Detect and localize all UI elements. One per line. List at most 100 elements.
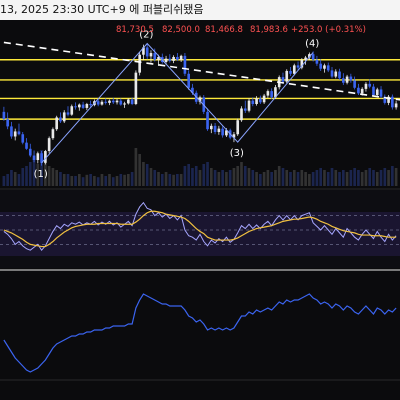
volume-bar <box>368 168 372 186</box>
volume-bar <box>338 172 341 186</box>
volume-bar <box>134 148 138 186</box>
candle-body <box>243 108 247 111</box>
candle-body <box>115 100 119 103</box>
volume-bar <box>115 176 119 186</box>
bottom-pane-bg <box>0 272 400 380</box>
candle-body <box>266 91 270 96</box>
volume-bar <box>13 172 17 186</box>
volume-bar <box>138 154 141 186</box>
candle-body <box>187 73 191 88</box>
volume-bar <box>225 172 228 186</box>
candle-body <box>372 86 375 96</box>
candle-body <box>28 148 32 156</box>
candle-body <box>236 120 240 135</box>
volume-bar <box>330 168 334 186</box>
volume-bar <box>285 170 289 186</box>
volume-bar <box>274 170 277 186</box>
candle-body <box>25 142 28 149</box>
wave-label: (4) <box>305 38 319 49</box>
candle-body <box>209 125 213 130</box>
candle-body <box>168 58 172 61</box>
candle-body <box>81 104 85 108</box>
candle-body <box>259 98 262 103</box>
candle-body <box>100 101 104 105</box>
candle-body <box>391 96 394 108</box>
volume-bar <box>236 166 240 186</box>
volume-bar <box>28 162 32 186</box>
volume-bar <box>93 176 96 186</box>
volume-bar <box>391 166 394 186</box>
volume-bar <box>243 166 247 186</box>
candle-body <box>319 63 323 69</box>
volume-bar <box>232 168 236 186</box>
volume-bar <box>104 176 108 186</box>
candle-body <box>353 80 356 88</box>
volume-bar <box>221 170 224 186</box>
candle-body <box>345 76 349 83</box>
candle-body <box>285 70 289 82</box>
candle-body <box>375 89 379 96</box>
candle-body <box>270 91 273 98</box>
ohlc-open: 81,730.5 <box>116 25 154 35</box>
candle-body <box>323 65 326 69</box>
volume-bar <box>55 170 59 186</box>
candle-body <box>255 98 258 104</box>
candle-body <box>221 128 224 136</box>
volume-bar <box>108 174 111 186</box>
candle-body <box>66 112 70 115</box>
candle-body <box>334 71 338 77</box>
volume-bar <box>70 176 74 186</box>
volume-bar <box>187 164 191 186</box>
candle-body <box>59 117 62 122</box>
candle-body <box>262 95 266 103</box>
candle-body <box>311 54 315 60</box>
volume-bar <box>172 174 175 186</box>
wave-label: (1) <box>34 169 48 180</box>
candle-body <box>251 100 255 104</box>
volume-bar <box>111 177 115 186</box>
volume-bar <box>191 168 194 186</box>
volume-bar <box>145 164 149 186</box>
volume-bar <box>213 170 217 186</box>
candle-body <box>55 117 59 130</box>
volume-bar <box>25 166 28 186</box>
volume-bar <box>289 172 292 186</box>
volume-bar <box>300 170 304 186</box>
candle-body <box>134 72 138 104</box>
candle-body <box>138 54 141 73</box>
volume-bar <box>96 177 100 186</box>
volume-bar <box>315 170 319 186</box>
volume-bar <box>10 170 13 186</box>
candle-body <box>127 99 130 104</box>
candle-body <box>111 100 115 103</box>
volume-bar <box>383 168 387 186</box>
volume-bar <box>89 174 92 186</box>
candle-body <box>296 65 300 68</box>
volume-bar <box>251 170 255 186</box>
candle-body <box>36 153 40 160</box>
volume-bar <box>304 172 307 186</box>
ohlc-high: 82,500.0 <box>162 25 200 35</box>
volume-bar <box>119 174 123 186</box>
volume-bar <box>123 174 126 186</box>
volume-bar <box>59 172 62 186</box>
volume-bar <box>375 172 379 186</box>
ohlc-change: +253.0 (+0.31%) <box>291 25 366 35</box>
candle-body <box>304 57 307 60</box>
candle-body <box>119 100 123 105</box>
volume-bar <box>168 174 172 186</box>
candle-body <box>77 104 81 108</box>
candle-body <box>108 100 111 103</box>
volume-bar <box>349 170 353 186</box>
volume-bar <box>394 168 398 186</box>
volume-bar <box>74 176 77 186</box>
ohlc-low: 81,466.8 <box>205 25 243 35</box>
volume-bar <box>308 174 311 186</box>
volume-bar <box>21 168 25 186</box>
candle-body <box>394 103 398 108</box>
volume-bar <box>292 170 296 186</box>
candle-body <box>357 87 360 94</box>
volume-bar <box>62 174 66 186</box>
candle-body <box>145 47 149 57</box>
candle-body <box>172 56 175 61</box>
